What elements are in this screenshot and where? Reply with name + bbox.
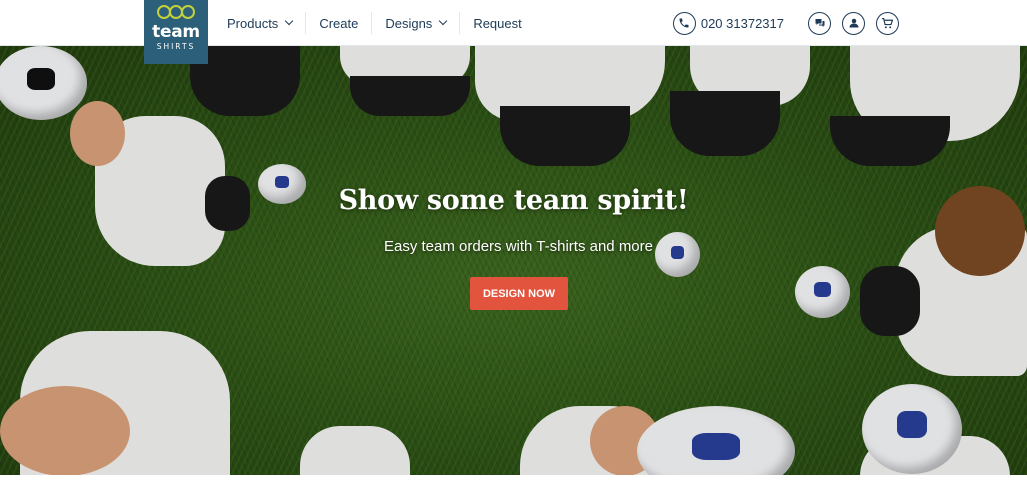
- hero-subtitle: Easy team orders with T-shirts and more: [384, 238, 653, 255]
- header-tools: 020 31372317: [672, 0, 899, 46]
- phone-number[interactable]: 020 31372317: [701, 16, 784, 31]
- chat-icon[interactable]: [808, 11, 831, 35]
- hero-title: Show some team spirit!: [338, 185, 689, 216]
- hero-banner: Show some team spirit! Easy team orders …: [0, 46, 1027, 475]
- main-nav: Products Create Designs Request: [214, 0, 535, 46]
- design-now-button[interactable]: DESIGN NOW: [470, 277, 568, 310]
- logo-word: team: [152, 22, 200, 42]
- nav-products-label: Products: [227, 15, 279, 31]
- header-icon-group: [808, 11, 899, 35]
- logo-rings-icon: [157, 5, 195, 21]
- chevron-down-icon: [285, 16, 294, 26]
- team-shirts-logo[interactable]: team SHIRTS: [144, 0, 208, 64]
- user-icon[interactable]: [842, 11, 865, 35]
- nav-create[interactable]: Create: [306, 12, 373, 34]
- nav-request-label: Request: [473, 15, 522, 31]
- page-bottom-strip: [0, 475, 1027, 481]
- logo-sub: SHIRTS: [156, 42, 196, 51]
- nav-products[interactable]: Products: [214, 12, 307, 34]
- nav-request[interactable]: Request: [460, 12, 534, 34]
- hero-overlay: [0, 46, 1027, 475]
- chevron-down-icon: [439, 16, 448, 26]
- phone-contact[interactable]: 020 31372317: [672, 11, 784, 35]
- nav-create-label: Create: [319, 15, 359, 31]
- phone-icon[interactable]: [672, 11, 696, 35]
- cart-icon[interactable]: [876, 11, 899, 35]
- nav-designs-label: Designs: [385, 15, 433, 31]
- nav-designs[interactable]: Designs: [372, 12, 461, 34]
